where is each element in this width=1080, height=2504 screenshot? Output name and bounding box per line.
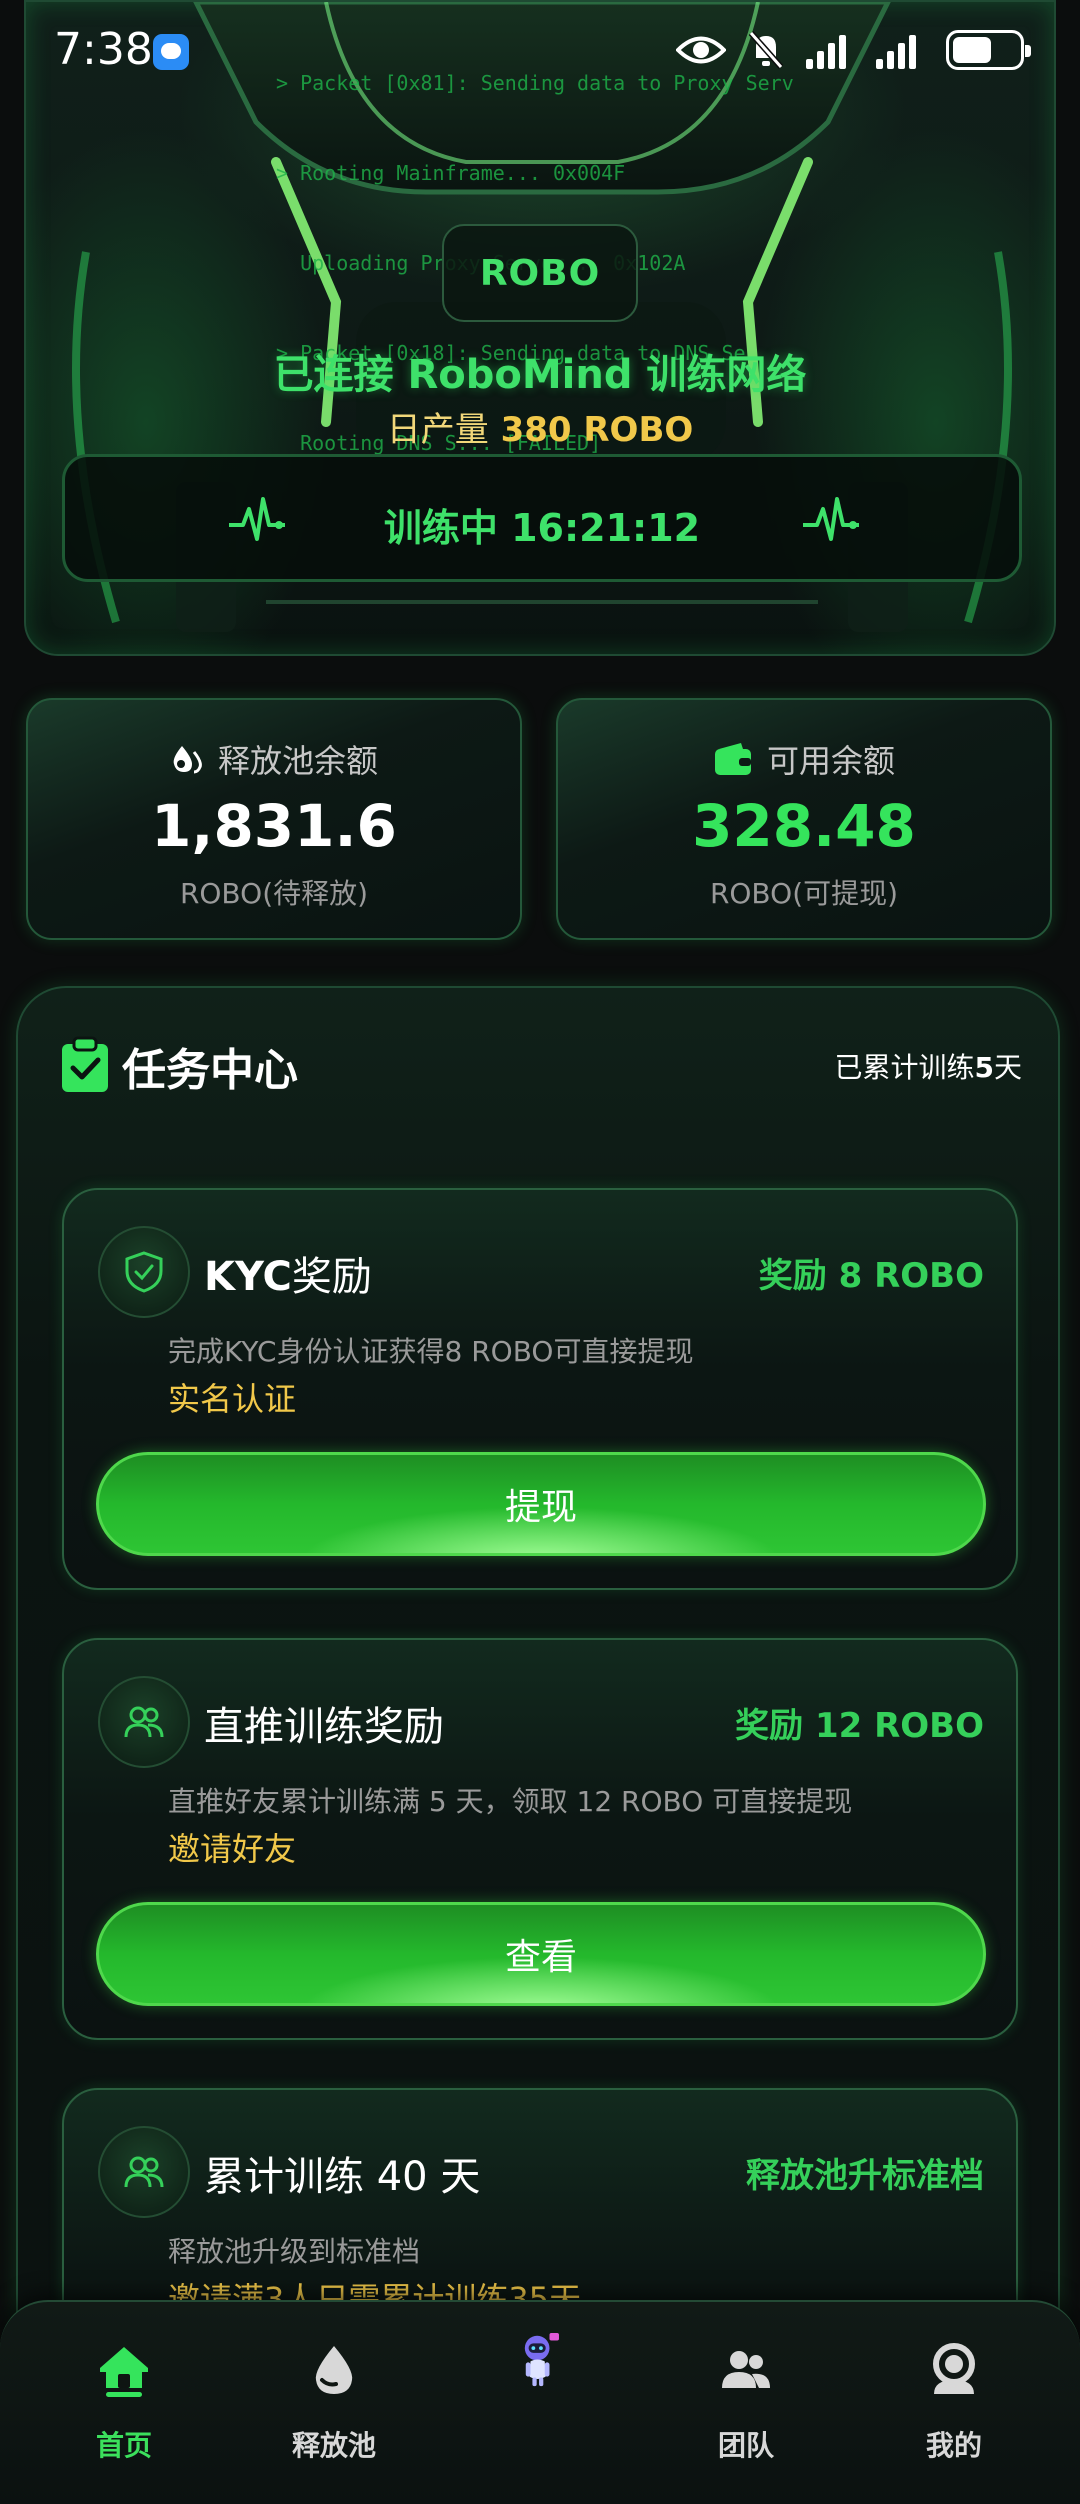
days-suffix: 天 — [993, 1051, 1022, 1084]
task-description: 直推好友累计训练满 5 天，领取 12 ROBO 可直接提现 — [168, 1785, 853, 1818]
training-timer: 训练中 16:21:12 — [383, 506, 701, 550]
task-center-title: 任务中心 — [122, 1045, 298, 1096]
task-description: 释放池升级到标准档 — [168, 2235, 421, 2268]
profile-icon — [933, 2343, 975, 2394]
task-reward: 释放池升标准档 — [746, 2156, 984, 2196]
cumulative-training-days: 已累计训练5天 — [834, 1046, 1022, 1086]
release-pool-unit: ROBO(待释放) — [179, 877, 369, 910]
view-button[interactable]: 查看 — [96, 1902, 986, 2006]
task-title: 累计训练 40 天 — [204, 2154, 481, 2200]
network-status-title: 已连接 RoboMind 训练网络 — [273, 352, 807, 398]
message-notification-icon — [153, 34, 189, 70]
task-title: 直推训练奖励 — [204, 1704, 444, 1750]
task-reward: 奖励 12 ROBO — [735, 1706, 984, 1746]
signal-icon-2 — [876, 31, 924, 69]
nav-team-label: 团队 — [717, 2429, 774, 2462]
status-bar: 7:38 — [0, 0, 1080, 110]
task-reward: 奖励 8 ROBO — [758, 1256, 984, 1296]
kyc-link[interactable]: 实名认证 — [168, 1374, 296, 1420]
task-card-kyc: KYC奖励 奖励 8 ROBO 完成KYC身份认证获得8 ROBO可直接提现 实… — [62, 1188, 1018, 1590]
nav-release-pool[interactable]: 释放池 — [254, 2342, 414, 2492]
team-icon — [722, 2351, 770, 2388]
users-icon — [98, 2126, 190, 2218]
nav-team[interactable]: 团队 — [666, 2342, 826, 2492]
bottom-navigation: 首页 释放池 团队 我的 — [0, 2300, 1080, 2504]
status-icons — [676, 30, 1031, 70]
eye-icon — [676, 36, 726, 64]
nav-home-label: 首页 — [95, 2429, 152, 2462]
task-description: 完成KYC身份认证获得8 ROBO可直接提现 — [168, 1335, 694, 1368]
daily-output: 日产量 380 ROBO — [26, 402, 1054, 451]
release-pool-label: 释放池余额 — [217, 742, 378, 780]
nav-profile-label: 我的 — [925, 2429, 982, 2462]
drops-icon — [173, 746, 202, 774]
wallet-icon — [714, 743, 751, 775]
shield-check-icon — [98, 1226, 190, 1318]
task-title-rest: 奖励 — [291, 1254, 372, 1300]
nav-profile[interactable]: 我的 — [874, 2342, 1034, 2492]
users-icon — [98, 1676, 190, 1768]
task-card-referral: 直推训练奖励 奖励 12 ROBO 直推好友累计训练满 5 天，领取 12 RO… — [62, 1638, 1018, 2040]
drop-icon — [315, 2346, 353, 2394]
robo-token-badge: ROBO — [442, 224, 638, 322]
clipboard-check-icon — [62, 1036, 108, 1092]
release-pool-header: 释放池余额 — [28, 736, 520, 782]
bell-muted-icon — [748, 31, 784, 69]
task-title-bold: KYC — [204, 1254, 292, 1300]
release-pool-value: 1,831.6 — [151, 792, 397, 860]
robot-mascot-icon — [524, 2332, 559, 2387]
home-icon — [100, 2347, 148, 2397]
signal-icon — [806, 31, 854, 69]
available-balance-unit: ROBO(可提现) — [709, 877, 899, 910]
task-center-panel: 任务中心 已累计训练5天 KYC奖励 奖励 8 ROBO 完成KYC身份认证获得… — [16, 986, 1060, 2504]
status-time: 7:38 — [54, 24, 153, 75]
terminal-line: > Rooting Mainframe... 0x004F — [276, 161, 626, 185]
invite-friends-link[interactable]: 邀请好友 — [168, 1824, 296, 1870]
nav-robot-center[interactable] — [460, 2332, 620, 2482]
available-balance-header: 可用余额 — [558, 736, 1050, 782]
available-balance-card[interactable]: 可用余额 328.48 ROBO(可提现) — [556, 698, 1052, 940]
days-prefix: 已累计训练 — [834, 1051, 975, 1084]
daily-output-value: 380 ROBO — [500, 410, 694, 450]
battery-icon — [946, 30, 1031, 70]
pulse-icon — [803, 497, 859, 541]
days-value: 5 — [974, 1051, 994, 1084]
nav-release-pool-label: 释放池 — [291, 2429, 376, 2462]
available-balance-value: 328.48 — [692, 792, 916, 860]
training-status-box[interactable]: 训练中 16:21:12 — [62, 454, 1022, 582]
withdraw-button[interactable]: 提现 — [96, 1452, 986, 1556]
daily-output-label: 日产量 — [386, 410, 489, 450]
task-title: KYC奖励 — [204, 1244, 372, 1302]
release-pool-balance-card[interactable]: 释放池余额 1,831.6 ROBO(待释放) — [26, 698, 522, 940]
nav-home[interactable]: 首页 — [44, 2342, 204, 2492]
available-balance-label: 可用余额 — [766, 742, 895, 780]
